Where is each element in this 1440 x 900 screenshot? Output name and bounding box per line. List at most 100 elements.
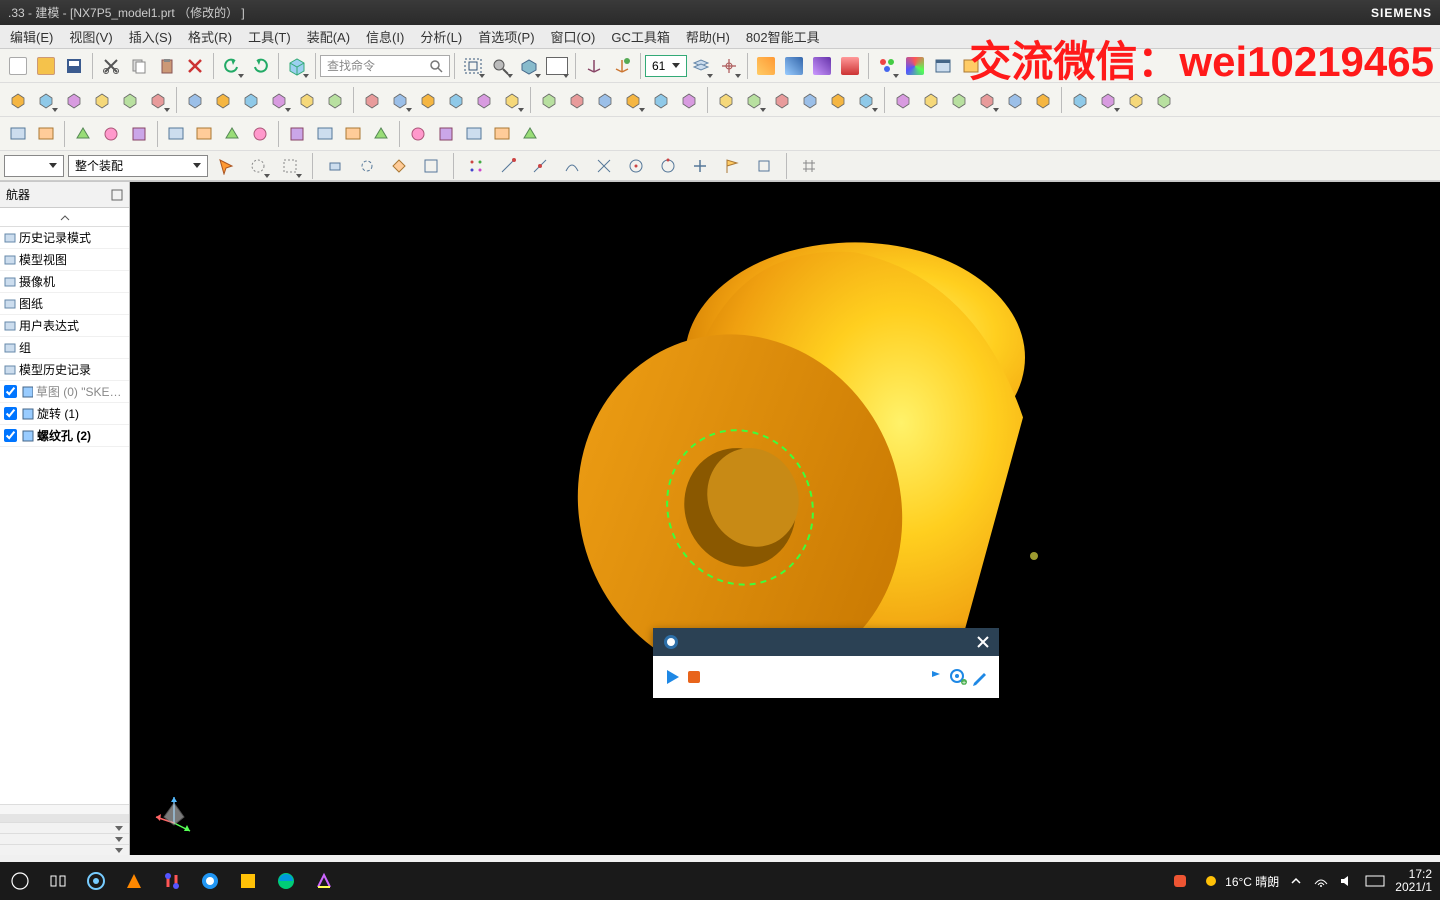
feature-button[interactable]	[442, 86, 470, 114]
feature-button[interactable]	[311, 120, 339, 148]
marker-button[interactable]	[925, 666, 947, 688]
menu-item[interactable]: 窗口(O)	[545, 25, 602, 48]
menu-item[interactable]: 装配(A)	[301, 25, 356, 48]
feature-button[interactable]	[889, 86, 917, 114]
feature-button[interactable]	[293, 86, 321, 114]
tree-item[interactable]: 摄像机	[0, 271, 129, 293]
collapse-up-icon[interactable]	[60, 215, 70, 221]
feature-button[interactable]	[460, 120, 488, 148]
copy-button[interactable]	[125, 52, 153, 80]
feature-button[interactable]	[265, 86, 293, 114]
feature-button[interactable]	[4, 86, 32, 114]
tree-item[interactable]: 用户表达式	[0, 315, 129, 337]
feature-tree-item[interactable]: 螺纹孔 (2)	[0, 425, 129, 447]
app-icon-1[interactable]	[84, 869, 108, 893]
cut-button[interactable]	[97, 52, 125, 80]
feature-button[interactable]	[535, 86, 563, 114]
weather-widget[interactable]: 16°C 晴朗	[1202, 872, 1279, 890]
feature-button[interactable]	[358, 86, 386, 114]
tray-icon-1[interactable]	[1168, 869, 1192, 893]
wcs-orient-button[interactable]	[608, 52, 636, 80]
pin-icon[interactable]	[111, 189, 123, 201]
close-icon[interactable]	[975, 634, 991, 650]
feature-button[interactable]	[144, 86, 172, 114]
feature-button[interactable]	[768, 86, 796, 114]
sel-tool-1[interactable]	[212, 152, 240, 180]
app-icon-6[interactable]	[312, 869, 336, 893]
feature-button[interactable]	[209, 86, 237, 114]
feature-button[interactable]	[321, 86, 349, 114]
feature-button[interactable]	[973, 86, 1001, 114]
stop-button[interactable]	[683, 666, 705, 688]
feature-button[interactable]	[1094, 86, 1122, 114]
feature-button[interactable]	[246, 120, 274, 148]
feature-button[interactable]	[470, 86, 498, 114]
tree-item[interactable]: 历史记录模式	[0, 227, 129, 249]
feature-button[interactable]	[237, 86, 265, 114]
tray-chevron-icon[interactable]	[1289, 874, 1303, 888]
feature-button[interactable]	[32, 120, 60, 148]
command-search-input[interactable]: 查找命令	[320, 55, 450, 77]
color-swatch-button[interactable]	[543, 52, 571, 80]
menu-item[interactable]: GC工具箱	[605, 25, 676, 48]
analysis-button-3[interactable]	[808, 52, 836, 80]
analysis-button-1[interactable]	[752, 52, 780, 80]
collapse-bar-3[interactable]	[0, 844, 129, 855]
feature-button[interactable]	[591, 86, 619, 114]
open-file-button[interactable]	[32, 52, 60, 80]
tree-item[interactable]: 图纸	[0, 293, 129, 315]
feature-button[interactable]	[712, 86, 740, 114]
feature-tree-item[interactable]: 草图 (0) "SKETCH	[0, 381, 129, 403]
orient-tool-button[interactable]	[715, 52, 743, 80]
feature-button[interactable]	[796, 86, 824, 114]
menu-item[interactable]: 帮助(H)	[680, 25, 736, 48]
feature-button[interactable]	[488, 120, 516, 148]
collapse-bar-1[interactable]	[0, 822, 129, 833]
sel-tool-2[interactable]	[244, 152, 272, 180]
feature-button[interactable]	[181, 86, 209, 114]
settings-gear-button[interactable]: +	[947, 666, 969, 688]
app-icon-5[interactable]	[236, 869, 260, 893]
snap-curve-button[interactable]	[558, 152, 586, 180]
zoom-button[interactable]	[487, 52, 515, 80]
collapse-bar-2[interactable]	[0, 833, 129, 844]
menu-item[interactable]: 分析(L)	[414, 25, 468, 48]
app-icon-2[interactable]	[122, 869, 146, 893]
feature-button[interactable]	[88, 86, 116, 114]
analysis-button-2[interactable]	[780, 52, 808, 80]
redo-button[interactable]	[246, 52, 274, 80]
assembly-combo[interactable]: 整个装配	[68, 155, 208, 177]
feature-tree-item[interactable]: 旋转 (1)	[0, 403, 129, 425]
feature-button[interactable]	[386, 86, 414, 114]
pencil-button[interactable]	[969, 666, 991, 688]
save-button[interactable]	[60, 52, 88, 80]
paste-button[interactable]	[153, 52, 181, 80]
feature-checkbox[interactable]	[4, 429, 17, 442]
snap-tool-x[interactable]	[750, 152, 778, 180]
feature-checkbox[interactable]	[4, 385, 17, 398]
filter-combo-1[interactable]	[4, 155, 64, 177]
feature-button[interactable]	[824, 86, 852, 114]
snap-points-button[interactable]	[462, 152, 490, 180]
snap-end-button[interactable]	[494, 152, 522, 180]
box-primitive-button[interactable]	[283, 52, 311, 80]
feature-button[interactable]	[917, 86, 945, 114]
feature-button[interactable]	[404, 120, 432, 148]
feature-button[interactable]	[97, 120, 125, 148]
snap-plus-button[interactable]	[686, 152, 714, 180]
feature-button[interactable]	[498, 86, 526, 114]
feature-button[interactable]	[190, 120, 218, 148]
feature-button[interactable]	[339, 120, 367, 148]
view-triad[interactable]	[150, 787, 198, 835]
menu-item[interactable]: 首选项(P)	[472, 25, 540, 48]
edge-icon[interactable]	[274, 869, 298, 893]
tree-item[interactable]: 模型历史记录	[0, 359, 129, 381]
snap-quad-button[interactable]	[654, 152, 682, 180]
feature-button[interactable]	[32, 86, 60, 114]
feature-button[interactable]	[432, 120, 460, 148]
feature-button[interactable]	[647, 86, 675, 114]
feature-button[interactable]	[1122, 86, 1150, 114]
feature-button[interactable]	[563, 86, 591, 114]
feature-button[interactable]	[69, 120, 97, 148]
fit-view-button[interactable]	[459, 52, 487, 80]
